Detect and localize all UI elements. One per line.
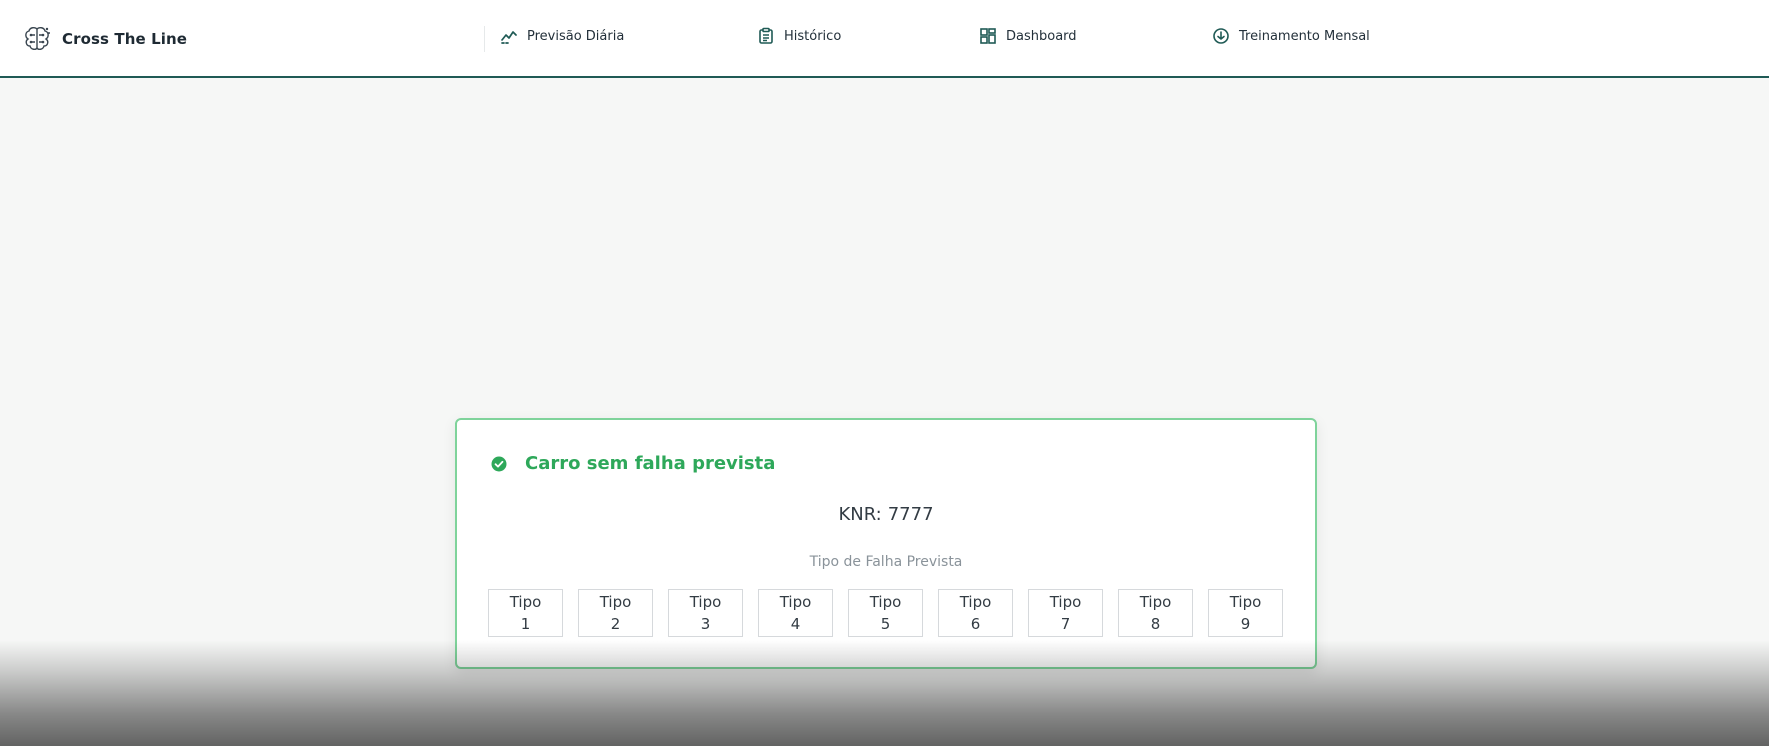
dashboard-grid-icon: [980, 28, 996, 44]
nav-item-dashboard[interactable]: Dashboard: [979, 27, 1077, 45]
result-header: Carro sem falha prevista: [491, 453, 775, 474]
type-number: 3: [700, 615, 711, 633]
top-navbar: Cross The Line Previsão Diária Histórico: [0, 0, 1769, 78]
nav-item-treinamento-mensal[interactable]: Treinamento Mensal: [1212, 27, 1370, 45]
failure-type-5[interactable]: Tipo 5: [848, 589, 923, 637]
type-number: 2: [610, 615, 621, 633]
failure-type-label: Tipo de Falha Prevista: [809, 554, 963, 570]
type-number: 1: [520, 615, 531, 633]
failure-type-9[interactable]: Tipo 9: [1208, 589, 1283, 637]
type-word: Tipo: [689, 593, 722, 611]
brand[interactable]: Cross The Line: [22, 24, 187, 54]
check-circle-icon: [491, 456, 507, 471]
app-page: Cross The Line Previsão Diária Histórico: [0, 0, 1769, 746]
failure-type-7[interactable]: Tipo 7: [1028, 589, 1103, 637]
nav-label: Dashboard: [1006, 28, 1077, 44]
result-status-title: Carro sem falha prevista: [525, 453, 776, 474]
type-word: Tipo: [959, 593, 992, 611]
failure-type-6[interactable]: Tipo 6: [938, 589, 1013, 637]
failure-type-2[interactable]: Tipo 2: [578, 589, 653, 637]
prediction-result-card: Carro sem falha prevista KNR: 7777 Tipo d…: [455, 418, 1317, 669]
knr-label: KNR:: [838, 504, 882, 525]
failure-type-list: Tipo 1 Tipo 2 Tipo 3 Tipo 4 Tipo 5 Tipo 6 Tipo…: [488, 589, 1283, 637]
failure-type-4[interactable]: Tipo 4: [758, 589, 833, 637]
clipboard-icon: [759, 27, 773, 44]
failure-type-1[interactable]: Tipo 1: [488, 589, 563, 637]
trend-chart-icon: [501, 31, 517, 44]
type-word: Tipo: [1139, 593, 1172, 611]
type-word: Tipo: [779, 593, 812, 611]
download-circle-icon: [1213, 28, 1229, 44]
nav-label: Histórico: [784, 28, 842, 44]
type-number: 7: [1060, 615, 1071, 633]
type-number: 6: [970, 615, 981, 633]
brand-name: Cross The Line: [62, 30, 188, 48]
nav-label: Treinamento Mensal: [1239, 28, 1370, 44]
type-word: Tipo: [1229, 593, 1262, 611]
nav-item-historico[interactable]: Histórico: [757, 27, 841, 45]
type-number: 9: [1240, 615, 1251, 633]
type-word: Tipo: [599, 593, 632, 611]
type-word: Tipo: [509, 593, 542, 611]
failure-type-8[interactable]: Tipo 8: [1118, 589, 1193, 637]
brain-circuit-icon: [25, 26, 50, 51]
type-number: 8: [1150, 615, 1161, 633]
type-word: Tipo: [869, 593, 902, 611]
failure-type-3[interactable]: Tipo 3: [668, 589, 743, 637]
type-number: 4: [790, 615, 801, 633]
knr-value: 7777: [887, 504, 934, 525]
nav-item-previsao-diaria[interactable]: Previsão Diária: [500, 27, 624, 45]
type-number: 5: [880, 615, 891, 633]
nav-divider: [484, 26, 485, 52]
type-word: Tipo: [1049, 593, 1082, 611]
knr-line: KNR: 7777: [457, 504, 1315, 525]
nav-label: Previsão Diária: [527, 28, 625, 44]
